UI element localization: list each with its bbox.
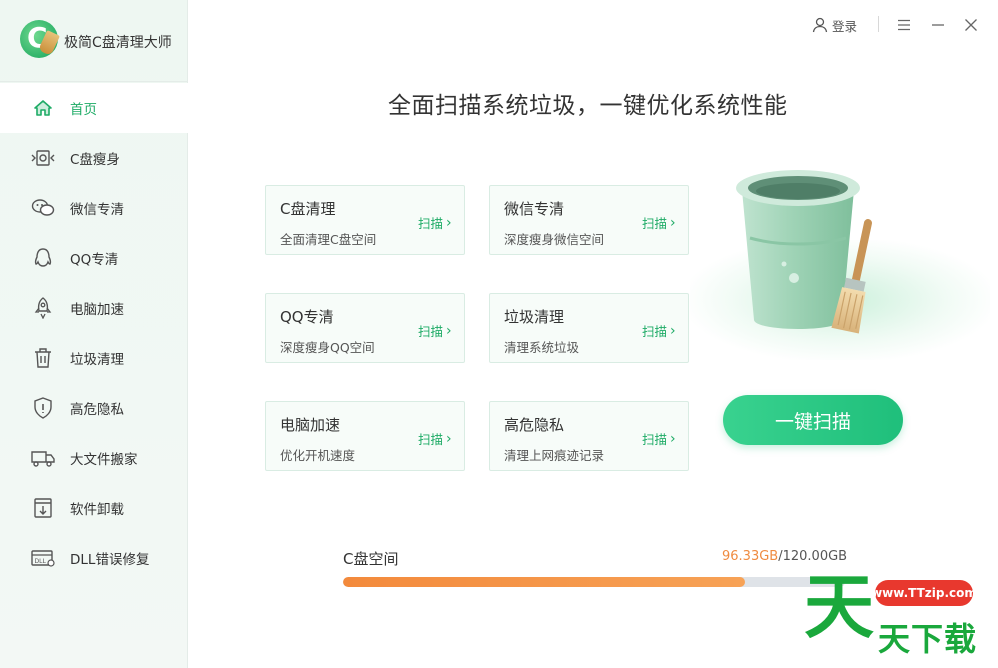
watermark-big-glyph: 天 (804, 566, 874, 648)
scan-link[interactable]: 扫描 › (418, 213, 452, 232)
scan-link[interactable]: 扫描 › (642, 429, 676, 448)
svg-text:DLL: DLL (35, 558, 47, 565)
app-logo: C (20, 20, 60, 58)
sidebar-item-wechat[interactable]: 微信专清 (0, 183, 188, 233)
login-label: 登录 (832, 18, 858, 34)
dll-icon: DLL (31, 546, 55, 570)
card-title: 垃圾清理 (504, 308, 565, 326)
disk-slim-icon (31, 146, 55, 170)
menu-icon (898, 19, 910, 31)
uninstall-icon (31, 496, 55, 520)
sidebar-item-label: 软件卸载 (70, 502, 124, 518)
card-qq-clean[interactable]: QQ专清 深度瘦身QQ空间 扫描 › (265, 293, 465, 363)
disk-total-value: 120.00GB (782, 549, 848, 564)
trash-icon (31, 346, 55, 370)
disk-usage: 96.33GB/120.00GB (722, 549, 847, 564)
disk-label: C盘空间 (343, 550, 399, 568)
chevron-right-icon: › (670, 430, 676, 447)
scan-link[interactable]: 扫描 › (642, 321, 676, 340)
watermark-url: www.TTzip.com (871, 580, 977, 606)
card-c-clean[interactable]: C盘清理 全面清理C盘空间 扫描 › (265, 185, 465, 255)
chevron-right-icon: › (446, 322, 452, 339)
bucket-illustration (736, 170, 872, 334)
scan-link[interactable]: 扫描 › (418, 429, 452, 448)
qq-icon (31, 246, 55, 270)
sidebar-item-uninstall[interactable]: 软件卸载 (0, 483, 188, 533)
truck-icon (31, 446, 55, 470)
scan-link[interactable]: 扫描 › (642, 213, 676, 232)
disk-usage-fill (343, 577, 745, 587)
sidebar-item-label: DLL错误修复 (70, 552, 150, 568)
minimize-icon (932, 24, 944, 26)
sidebar-item-junk[interactable]: 垃圾清理 (0, 333, 188, 383)
page-headline: 全面扫描系统垃圾，一键优化系统性能 (388, 93, 788, 119)
card-subtitle: 清理上网痕迹记录 (504, 448, 605, 463)
sidebar-item-bigfile[interactable]: 大文件搬家 (0, 433, 188, 483)
watermark-text: 天下载 (878, 620, 978, 658)
menu-button[interactable] (893, 14, 915, 36)
sidebar: C 极简C盘清理大师 首页 C盘瘦身 微信专清 QQ专清 电脑加速 垃圾清理 高… (0, 0, 188, 668)
sidebar-item-label: QQ专清 (70, 252, 119, 268)
sidebar-item-dll[interactable]: DLL DLL错误修复 (0, 533, 188, 583)
user-icon (812, 17, 828, 33)
sidebar-item-label: 微信专清 (70, 202, 124, 218)
brand: C 极简C盘清理大师 (0, 0, 188, 82)
sidebar-item-label: 垃圾清理 (70, 352, 124, 368)
sidebar-item-label: C盘瘦身 (70, 152, 120, 168)
card-subtitle: 清理系统垃圾 (504, 340, 580, 355)
sidebar-item-c-slim[interactable]: C盘瘦身 (0, 133, 188, 183)
card-subtitle: 全面清理C盘空间 (280, 232, 377, 247)
shield-icon (31, 396, 55, 420)
disk-used-value: 96.33GB (722, 549, 779, 564)
card-subtitle: 深度瘦身QQ空间 (280, 340, 375, 355)
sidebar-item-home[interactable]: 首页 (0, 83, 188, 133)
card-title: 电脑加速 (280, 416, 341, 434)
card-privacy[interactable]: 高危隐私 清理上网痕迹记录 扫描 › (489, 401, 689, 471)
sidebar-item-speedup[interactable]: 电脑加速 (0, 283, 188, 333)
scan-link[interactable]: 扫描 › (418, 321, 452, 340)
home-icon (31, 96, 55, 120)
sidebar-item-qq[interactable]: QQ专清 (0, 233, 188, 283)
wechat-icon (31, 196, 55, 220)
card-title: 高危隐私 (504, 416, 565, 434)
sidebar-item-privacy[interactable]: 高危隐私 (0, 383, 188, 433)
minimize-button[interactable] (927, 14, 949, 36)
close-icon (965, 19, 977, 31)
one-click-scan-button[interactable]: 一键扫描 (723, 395, 903, 445)
chevron-right-icon: › (670, 214, 676, 231)
card-title: C盘清理 (280, 200, 336, 218)
card-subtitle: 优化开机速度 (280, 448, 356, 463)
sidebar-item-label: 电脑加速 (70, 302, 124, 318)
watermark: 天 www.TTzip.com 天下载 (800, 572, 998, 668)
divider (878, 16, 879, 32)
card-title: QQ专清 (280, 308, 334, 326)
chevron-right-icon: › (446, 214, 452, 231)
sidebar-item-label: 大文件搬家 (70, 452, 138, 468)
card-junk-clean[interactable]: 垃圾清理 清理系统垃圾 扫描 › (489, 293, 689, 363)
chevron-right-icon: › (670, 322, 676, 339)
card-speedup[interactable]: 电脑加速 优化开机速度 扫描 › (265, 401, 465, 471)
sidebar-item-label: 高危隐私 (70, 402, 124, 418)
close-button[interactable] (960, 14, 982, 36)
app-title: 极简C盘清理大师 (64, 35, 172, 51)
chevron-right-icon: › (446, 430, 452, 447)
login-button[interactable]: 登录 (812, 14, 857, 36)
card-wechat-clean[interactable]: 微信专清 深度瘦身微信空间 扫描 › (489, 185, 689, 255)
disk-usage-bar (343, 577, 845, 587)
card-subtitle: 深度瘦身微信空间 (504, 232, 605, 247)
card-title: 微信专清 (504, 200, 565, 218)
sidebar-item-label: 首页 (70, 102, 97, 118)
rocket-icon (31, 296, 55, 320)
